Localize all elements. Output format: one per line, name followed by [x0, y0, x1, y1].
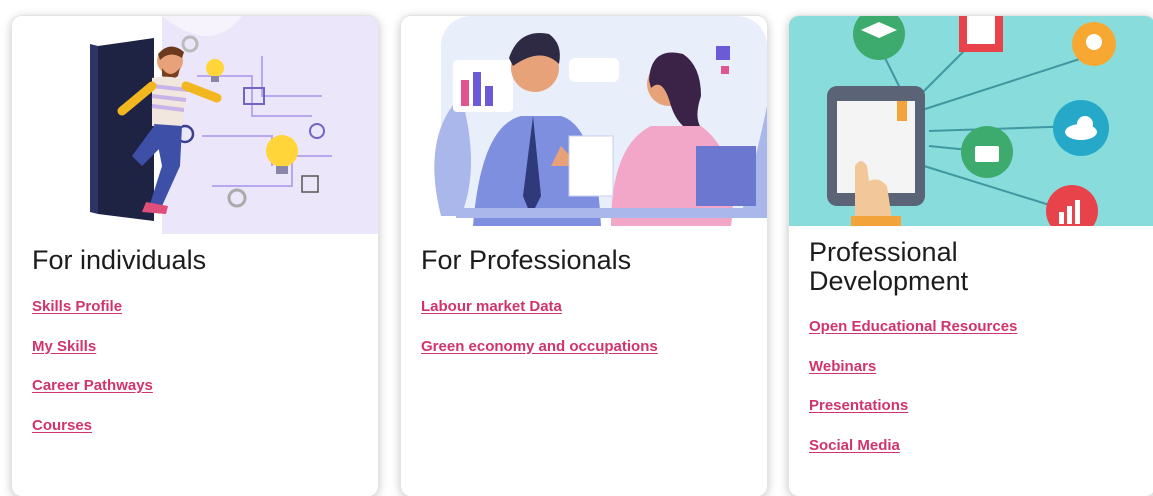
list-item: Open Educational Resources: [809, 318, 1017, 358]
card-title: For Professionals: [421, 245, 632, 275]
professional-development-illustration: [789, 16, 1153, 226]
chart-panel-icon: [453, 60, 513, 112]
briefcase-icon: [961, 126, 1013, 178]
link-open-educational-resources[interactable]: Open Educational Resources: [809, 318, 1017, 335]
individuals-illustration: [12, 16, 378, 234]
card-links: Skills Profile My Skills Career Pathways…: [32, 298, 153, 456]
link-career-pathways[interactable]: Career Pathways: [32, 377, 153, 394]
list-item: Presentations: [809, 397, 1017, 437]
link-my-skills[interactable]: My Skills: [32, 338, 96, 355]
card-for-individuals[interactable]: For individuals Skills Profile My Skills…: [12, 16, 378, 496]
lightbulb-icon: [1072, 22, 1116, 66]
link-courses[interactable]: Courses: [32, 417, 92, 434]
list-item: Green economy and occupations: [421, 338, 658, 378]
card-title: For individuals: [32, 245, 207, 275]
list-item: Skills Profile: [32, 298, 153, 338]
book-icon: [959, 16, 1003, 52]
list-item: Webinars: [809, 358, 1017, 398]
link-webinars[interactable]: Webinars: [809, 358, 876, 375]
link-skills-profile[interactable]: Skills Profile: [32, 298, 122, 315]
list-item: My Skills: [32, 338, 153, 378]
card-title-line: Professional: [809, 237, 958, 267]
tablet-illustration: [827, 86, 925, 226]
card-for-professionals[interactable]: For Professionals Labour market Data Gre…: [401, 16, 767, 496]
cloud-icon: [1053, 100, 1109, 156]
list-item: Career Pathways: [32, 377, 153, 417]
card-title-line: Development: [809, 266, 969, 296]
link-green-economy[interactable]: Green economy and occupations: [421, 338, 658, 355]
card-links: Labour market Data Green economy and occ…: [421, 298, 658, 377]
professionals-illustration: [401, 16, 767, 234]
list-item: Social Media: [809, 437, 1017, 477]
card-title: Professional Development: [809, 238, 968, 296]
link-labour-market-data[interactable]: Labour market Data: [421, 298, 562, 315]
card-professional-development[interactable]: Professional Development Open Educationa…: [789, 16, 1153, 496]
card-grid: For individuals Skills Profile My Skills…: [0, 0, 1153, 496]
link-social-media[interactable]: Social Media: [809, 437, 900, 454]
card-links: Open Educational Resources Webinars Pres…: [809, 318, 1017, 476]
list-item: Courses: [32, 417, 153, 457]
list-item: Labour market Data: [421, 298, 658, 338]
link-presentations[interactable]: Presentations: [809, 397, 908, 414]
